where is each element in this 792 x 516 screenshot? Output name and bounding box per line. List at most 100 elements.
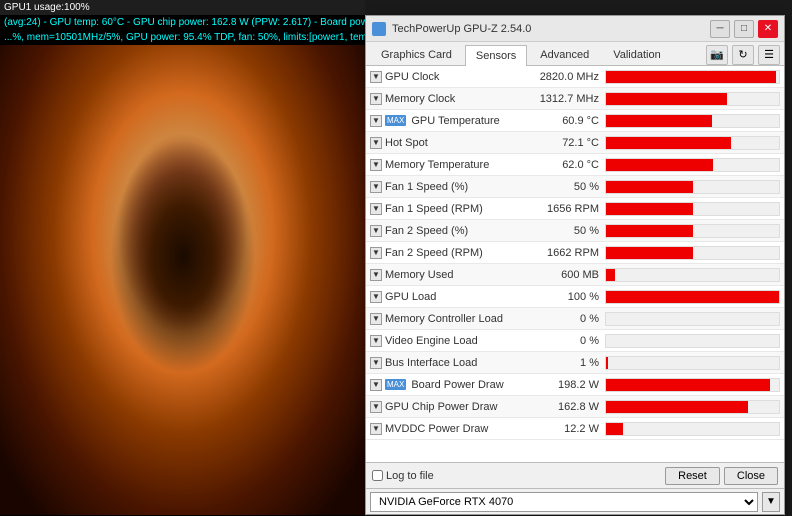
- sensor-dropdown-btn[interactable]: ▼: [370, 423, 382, 435]
- sensor-name-text: GPU Temperature: [411, 115, 499, 127]
- sensor-row: ▼Memory Temperature62.0 °C: [366, 154, 784, 176]
- sensor-name-text: Fan 2 Speed (%): [385, 225, 468, 237]
- sensor-row: ▼MAXBoard Power Draw198.2 W: [366, 374, 784, 396]
- sensor-dropdown-btn[interactable]: ▼: [370, 115, 382, 127]
- menu-icon-button[interactable]: ☰: [758, 45, 780, 65]
- sensor-dropdown-btn[interactable]: ▼: [370, 137, 382, 149]
- log-to-file-text: Log to file: [386, 470, 434, 482]
- sensor-badge: MAX: [385, 379, 406, 390]
- sensor-bar: [606, 181, 693, 193]
- sensor-name-text: Fan 2 Speed (RPM): [385, 247, 483, 259]
- sensor-row: ▼GPU Clock2820.0 MHz: [366, 66, 784, 88]
- sensor-name-cell: ▼Memory Used: [370, 269, 525, 281]
- sensor-name-cell: ▼GPU Chip Power Draw: [370, 401, 525, 413]
- close-window-button[interactable]: ✕: [758, 20, 778, 38]
- sensor-value-cell: 50 %: [525, 225, 605, 237]
- sensor-bar: [606, 71, 776, 83]
- window-title: TechPowerUp GPU-Z 2.54.0: [392, 23, 710, 35]
- sensor-name-text: Video Engine Load: [385, 335, 478, 347]
- sensor-dropdown-btn[interactable]: ▼: [370, 247, 382, 259]
- window-controls: ─ □ ✕: [710, 20, 778, 38]
- sensor-row: ▼Memory Used600 MB: [366, 264, 784, 286]
- background-monitor: GPU1 usage:100% (avg:24) - GPU temp: 60°…: [0, 0, 365, 516]
- sensor-name-cell: ▼MAXBoard Power Draw: [370, 379, 525, 391]
- background-image: [0, 45, 365, 515]
- sensor-name-text: MVDDC Power Draw: [385, 423, 488, 435]
- sensor-bar-container: [605, 224, 780, 238]
- sensor-bar: [606, 291, 779, 303]
- refresh-icon-button[interactable]: ↻: [732, 45, 754, 65]
- sensor-value-cell: 198.2 W: [525, 379, 605, 391]
- sensor-value-cell: 1656 RPM: [525, 203, 605, 215]
- sensor-row: ▼Bus Interface Load1 %: [366, 352, 784, 374]
- sensor-name-text: Memory Temperature: [385, 159, 489, 171]
- sensor-dropdown-btn[interactable]: ▼: [370, 159, 382, 171]
- log-to-file-checkbox[interactable]: [372, 470, 383, 481]
- gpu-arrow-button[interactable]: ▼: [762, 492, 780, 512]
- sensor-dropdown-btn[interactable]: ▼: [370, 335, 382, 347]
- sensor-name-text: Memory Controller Load: [385, 313, 503, 325]
- sensor-name-text: Bus Interface Load: [385, 357, 477, 369]
- sensor-bar: [606, 159, 713, 171]
- sensor-bar: [606, 379, 770, 391]
- reset-button[interactable]: Reset: [665, 467, 720, 485]
- tab-bar: Graphics Card Sensors Advanced Validatio…: [366, 42, 784, 66]
- sensor-bar-container: [605, 268, 780, 282]
- tab-icon-group: 📷 ↻ ☰: [706, 45, 780, 65]
- sensor-value-cell: 12.2 W: [525, 423, 605, 435]
- sensor-value-cell: 1662 RPM: [525, 247, 605, 259]
- sensor-name-text: GPU Clock: [385, 71, 439, 83]
- sensor-bar: [606, 93, 727, 105]
- sensor-dropdown-btn[interactable]: ▼: [370, 269, 382, 281]
- sensor-value-cell: 50 %: [525, 181, 605, 193]
- sensor-dropdown-btn[interactable]: ▼: [370, 313, 382, 325]
- sensor-bar-container: [605, 70, 780, 84]
- sensor-row: ▼Video Engine Load0 %: [366, 330, 784, 352]
- sensor-row: ▼Memory Clock1312.7 MHz: [366, 88, 784, 110]
- log-to-file-label[interactable]: Log to file: [372, 470, 434, 482]
- sensor-row: ▼Fan 2 Speed (RPM)1662 RPM: [366, 242, 784, 264]
- sensor-row: ▼GPU Chip Power Draw162.8 W: [366, 396, 784, 418]
- sensor-dropdown-btn[interactable]: ▼: [370, 291, 382, 303]
- sensor-dropdown-btn[interactable]: ▼: [370, 379, 382, 391]
- sensor-name-cell: ▼Bus Interface Load: [370, 357, 525, 369]
- close-button[interactable]: Close: [724, 467, 778, 485]
- sensor-dropdown-btn[interactable]: ▼: [370, 93, 382, 105]
- sensor-name-cell: ▼Fan 1 Speed (RPM): [370, 203, 525, 215]
- sensor-dropdown-btn[interactable]: ▼: [370, 71, 382, 83]
- sensor-name-cell: ▼Memory Temperature: [370, 159, 525, 171]
- sensor-row: ▼MVDDC Power Draw 12.2 W: [366, 418, 784, 440]
- sensor-name-text: Fan 1 Speed (RPM): [385, 203, 483, 215]
- sensor-value-cell: 2820.0 MHz: [525, 71, 605, 83]
- sensor-name-cell: ▼Fan 2 Speed (%): [370, 225, 525, 237]
- sensor-dropdown-btn[interactable]: ▼: [370, 203, 382, 215]
- tab-advanced[interactable]: Advanced: [529, 44, 600, 65]
- camera-icon-button[interactable]: 📷: [706, 45, 728, 65]
- restore-button[interactable]: □: [734, 20, 754, 38]
- tab-validation[interactable]: Validation: [602, 44, 672, 65]
- gpu-stats-line1: (avg:24) - GPU temp: 60°C - GPU chip pow…: [0, 15, 365, 30]
- gpu-select[interactable]: NVIDIA GeForce RTX 4070: [370, 492, 758, 512]
- sensor-dropdown-btn[interactable]: ▼: [370, 401, 382, 413]
- sensor-bar-container: [605, 290, 780, 304]
- gpu-stats-line2: ...%, mem=10501MHz/5%, GPU power: 95.4% …: [0, 30, 365, 45]
- sensor-row: ▼GPU Load100 %: [366, 286, 784, 308]
- sensor-bar-container: [605, 136, 780, 150]
- sensor-bar-container: [605, 114, 780, 128]
- sensor-bar: [606, 401, 748, 413]
- sensor-badge: MAX: [385, 115, 406, 126]
- sensor-row: ▼Fan 2 Speed (%)50 %: [366, 220, 784, 242]
- sensor-dropdown-btn[interactable]: ▼: [370, 181, 382, 193]
- tab-sensors[interactable]: Sensors: [465, 45, 527, 66]
- sensor-name-cell: ▼GPU Clock: [370, 71, 525, 83]
- sensor-name-cell: ▼Fan 2 Speed (RPM): [370, 247, 525, 259]
- sensor-name-text: Memory Clock: [385, 93, 455, 105]
- sensor-dropdown-btn[interactable]: ▼: [370, 357, 382, 369]
- gpuz-window: TechPowerUp GPU-Z 2.54.0 ─ □ ✕ Graphics …: [365, 15, 785, 515]
- sensor-row: ▼Memory Controller Load0 %: [366, 308, 784, 330]
- sensor-dropdown-btn[interactable]: ▼: [370, 225, 382, 237]
- sensor-value-cell: 1 %: [525, 357, 605, 369]
- sensor-name-cell: ▼MAX GPU Temperature: [370, 115, 525, 127]
- tab-graphics-card[interactable]: Graphics Card: [370, 44, 463, 65]
- minimize-button[interactable]: ─: [710, 20, 730, 38]
